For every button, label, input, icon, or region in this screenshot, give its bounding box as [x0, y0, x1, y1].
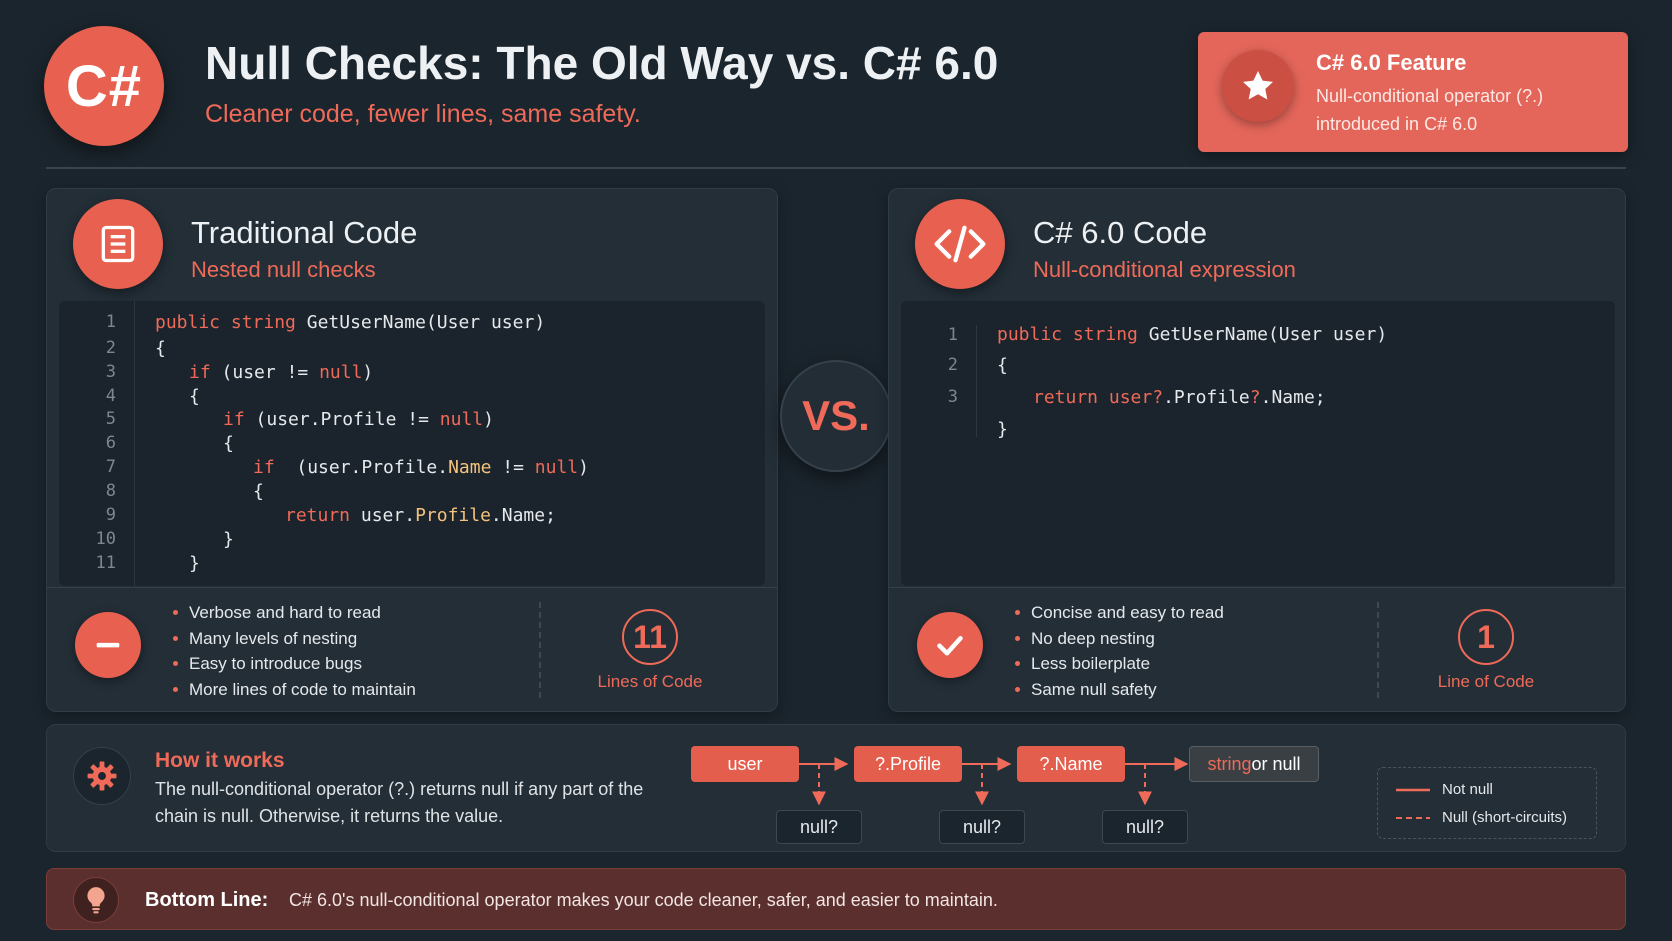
- modern-pros-list: Concise and easy to read No deep nesting…: [1015, 600, 1224, 702]
- modern-code-block: 1 2 3 public string GetUserName(User user)…: [901, 301, 1615, 586]
- code-line: return user.Profile.Name;: [285, 505, 556, 526]
- traditional-code-block: 1 2 3 4 5 6 7 8 9 10 11 public string GetUserName(…: [59, 301, 765, 586]
- star-icon: [1222, 50, 1294, 122]
- line-number: 1: [105, 312, 116, 332]
- header-divider: [46, 167, 1626, 169]
- modern-subtitle: Null-conditional expression: [1033, 257, 1296, 282]
- feature-line: introduced in C# 6.0: [1316, 114, 1478, 134]
- line-number: 4: [105, 386, 116, 406]
- feature-line: Null-conditional operator (?.): [1316, 86, 1544, 106]
- line-number: 2: [105, 338, 116, 358]
- result-type: string: [1207, 753, 1252, 774]
- code-line: if (user.Profile != null): [223, 409, 494, 430]
- feature-description: Null-conditional operator (?.) introduce…: [1316, 82, 1543, 138]
- code-line: }: [997, 419, 1008, 440]
- code-line: if (user.Profile.Name != null): [253, 457, 589, 478]
- line-number: 2: [947, 355, 958, 375]
- feature-title: C# 6.0 Feature: [1316, 50, 1467, 75]
- bottom-line-text: C# 6.0's null-conditional operator makes…: [289, 890, 998, 910]
- chain-step-user: user: [691, 746, 799, 782]
- list-item: Many levels of nesting: [173, 626, 416, 652]
- lightbulb-icon: [73, 877, 119, 923]
- how-it-works-section: How it works The null-conditional operat…: [46, 724, 1626, 852]
- code-line: }: [189, 553, 200, 574]
- minus-icon: [75, 612, 141, 678]
- code-line: if (user != null): [189, 362, 374, 383]
- line-gutter: 1 2 3 4 5 6 7 8 9 10 11: [59, 301, 135, 586]
- null-check-box: null?: [776, 810, 862, 844]
- result-alt: or null: [1251, 753, 1301, 774]
- line-number: 6: [105, 433, 116, 453]
- traditional-subtitle: Nested null checks: [191, 257, 376, 282]
- page-title: Null Checks: The Old Way vs. C# 6.0: [205, 37, 999, 89]
- null-check-box: null?: [1102, 810, 1188, 844]
- line-gutter: 1 2 3: [901, 325, 977, 437]
- traditional-summary: Verbose and hard to read Many levels of …: [47, 587, 777, 711]
- line-count-badge: 11: [622, 609, 678, 665]
- null-check-box: null?: [939, 810, 1025, 844]
- list-item: Same null safety: [1015, 677, 1224, 703]
- vs-badge: VS.: [780, 360, 892, 472]
- line-count-badge: 1: [1458, 609, 1514, 665]
- document-icon: [73, 199, 163, 289]
- modern-panel: C# 6.0 Code Null-conditional expression …: [888, 188, 1626, 712]
- code-line: {: [253, 481, 264, 502]
- traditional-title: Traditional Code: [191, 215, 418, 250]
- chain-result: string or null: [1189, 746, 1319, 782]
- csharp-logo: C#: [44, 26, 164, 146]
- code-line: public string GetUserName(User user): [997, 324, 1388, 345]
- bottom-line-banner: Bottom Line: C# 6.0's null-conditional o…: [46, 868, 1626, 930]
- code-line: public string GetUserName(User user): [155, 312, 546, 333]
- line-count-label: Lines of Code: [597, 672, 703, 691]
- bottom-line-label: Bottom Line:: [145, 889, 269, 911]
- chain-step-profile: ?.Profile: [854, 746, 962, 782]
- line-number: 11: [95, 553, 116, 573]
- summary-divider: [539, 602, 541, 698]
- checkmark-icon: [917, 612, 983, 678]
- line-number: 8: [105, 481, 116, 501]
- legend: Not null Null (short-circuits): [1377, 767, 1597, 839]
- line-count-label: Line of Code: [1437, 672, 1535, 691]
- legend-solid-label: Not null: [1442, 781, 1493, 798]
- line-number: 5: [105, 409, 116, 429]
- list-item: More lines of code to maintain: [173, 677, 416, 703]
- legend-dashed-label: Null (short-circuits): [1442, 809, 1568, 826]
- traditional-panel: Traditional Code Nested null checks 1 2 3 4…: [46, 188, 778, 712]
- code-icon: [915, 199, 1005, 289]
- page-subtitle: Cleaner code, fewer lines, same safety.: [205, 100, 641, 128]
- line-number: 7: [105, 457, 116, 477]
- feature-callout: C# 6.0 Feature Null-conditional operator…: [1198, 32, 1628, 152]
- list-item: Easy to introduce bugs: [173, 651, 416, 677]
- code-line: return user?.Profile?.Name;: [1033, 387, 1326, 408]
- line-number: 10: [95, 529, 116, 549]
- list-item: Concise and easy to read: [1015, 600, 1224, 626]
- traditional-cons-list: Verbose and hard to read Many levels of …: [173, 600, 416, 702]
- line-number: 3: [947, 387, 958, 407]
- line-number: 3: [105, 362, 116, 382]
- code-line: {: [189, 386, 200, 407]
- code-line: {: [997, 355, 1008, 376]
- line-number: 9: [105, 505, 116, 525]
- code-line: {: [223, 433, 234, 454]
- legend-swatches: [1396, 788, 1430, 819]
- code-line: }: [223, 529, 234, 550]
- list-item: No deep nesting: [1015, 626, 1224, 652]
- summary-divider: [1377, 602, 1379, 698]
- line-number: 1: [947, 325, 958, 345]
- code-line: {: [155, 338, 166, 359]
- modern-summary: Concise and easy to read No deep nesting…: [889, 587, 1625, 711]
- chain-step-name: ?.Name: [1017, 746, 1125, 782]
- list-item: Verbose and hard to read: [173, 600, 416, 626]
- modern-title: C# 6.0 Code: [1033, 215, 1208, 250]
- list-item: Less boilerplate: [1015, 651, 1224, 677]
